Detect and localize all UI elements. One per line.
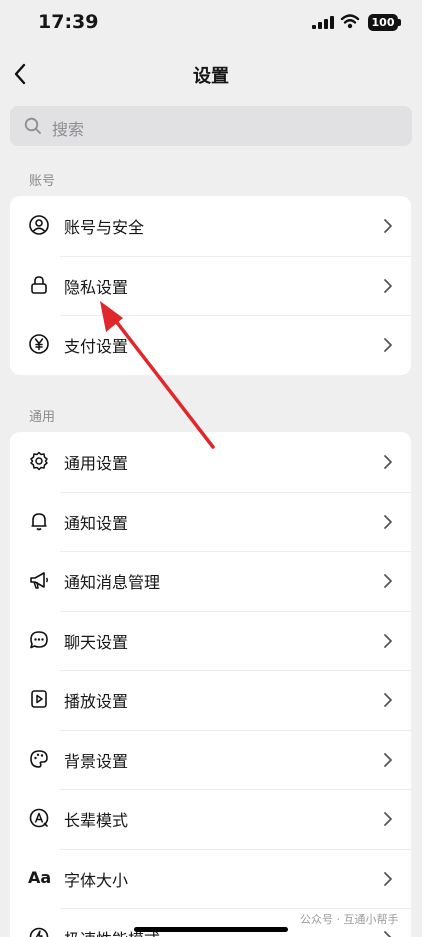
bell-icon bbox=[28, 510, 50, 532]
menu-item-account-security[interactable]: 账号与安全 bbox=[10, 196, 411, 256]
wifi-icon bbox=[340, 14, 360, 29]
menu-item-label: 背景设置 bbox=[64, 751, 129, 771]
page-title: 设置 bbox=[193, 66, 229, 87]
battery-tip bbox=[398, 19, 401, 26]
performance-icon bbox=[28, 926, 50, 937]
elder-mode-icon bbox=[28, 807, 50, 829]
chevron-right-icon bbox=[384, 338, 392, 352]
menu-item-label: 长辈模式 bbox=[64, 811, 129, 830]
chevron-right-icon bbox=[384, 633, 392, 648]
chevron-right-icon bbox=[384, 812, 392, 826]
general-settings-card: 通用设置 通知设置 通知消息管理 聊天设置 播放设置 背景设置 长辈模式 Aa … bbox=[10, 432, 411, 937]
gear-icon bbox=[28, 450, 50, 472]
section-title-account: 账号 bbox=[29, 174, 56, 189]
menu-item-notification-message-management[interactable]: 通知消息管理 bbox=[10, 551, 411, 611]
search-placeholder: 搜索 bbox=[52, 120, 85, 139]
menu-item-label: 字体大小 bbox=[64, 870, 129, 890]
status-bar: 17:39 100 bbox=[0, 0, 422, 50]
watermark: 公众号 · 互通小帮手 bbox=[300, 913, 399, 926]
menu-item-payment-settings[interactable]: 支付设置 bbox=[10, 315, 411, 375]
menu-item-chat-settings[interactable]: 聊天设置 bbox=[10, 610, 411, 671]
chevron-right-icon bbox=[384, 752, 392, 767]
chevron-right-icon bbox=[384, 278, 392, 293]
palette-icon bbox=[28, 748, 50, 770]
menu-item-play-settings[interactable]: 播放设置 bbox=[10, 670, 411, 730]
yen-icon bbox=[28, 333, 50, 355]
menu-item-label: 支付设置 bbox=[64, 337, 129, 356]
search-input[interactable]: 搜索 bbox=[10, 106, 412, 146]
menu-item-label: 隐私设置 bbox=[64, 277, 129, 297]
menu-item-elder-mode[interactable]: 长辈模式 bbox=[10, 789, 411, 849]
lock-icon bbox=[28, 274, 50, 296]
menu-item-label: 通知消息管理 bbox=[64, 573, 161, 592]
menu-item-general-settings[interactable]: 通用设置 bbox=[10, 432, 411, 492]
menu-item-background-settings[interactable]: 背景设置 bbox=[10, 729, 411, 790]
chevron-right-icon bbox=[384, 514, 392, 529]
status-time: 17:39 bbox=[38, 11, 99, 33]
menu-item-font-size[interactable]: Aa 字体大小 bbox=[10, 848, 411, 909]
chevron-right-icon bbox=[384, 931, 392, 937]
user-circle-icon bbox=[28, 214, 50, 236]
account-settings-card: 账号与安全 隐私设置 支付设置 bbox=[10, 196, 411, 375]
section-title-general: 通用 bbox=[29, 410, 56, 425]
menu-item-label: 通用设置 bbox=[64, 454, 129, 473]
font-size-icon: Aa bbox=[28, 867, 52, 887]
menu-item-label: 播放设置 bbox=[64, 692, 129, 711]
chevron-right-icon bbox=[384, 455, 392, 469]
menu-item-label: 通知设置 bbox=[64, 513, 129, 533]
chevron-right-icon bbox=[384, 693, 392, 707]
home-indicator bbox=[134, 927, 288, 932]
nav-bar: 设置 bbox=[0, 50, 422, 98]
search-icon bbox=[24, 117, 41, 134]
menu-item-label: 账号与安全 bbox=[64, 218, 145, 237]
chevron-right-icon bbox=[384, 574, 392, 588]
megaphone-icon bbox=[28, 569, 50, 591]
chevron-right-icon bbox=[384, 219, 392, 233]
play-icon bbox=[28, 688, 50, 710]
battery-icon: 100 bbox=[368, 14, 398, 31]
signal-icon bbox=[312, 16, 334, 29]
menu-item-label: 聊天设置 bbox=[64, 632, 129, 652]
menu-item-privacy-settings[interactable]: 隐私设置 bbox=[10, 255, 411, 316]
menu-item-notification-settings[interactable]: 通知设置 bbox=[10, 491, 411, 552]
chat-bubble-icon bbox=[28, 629, 50, 651]
chevron-right-icon bbox=[384, 871, 392, 886]
